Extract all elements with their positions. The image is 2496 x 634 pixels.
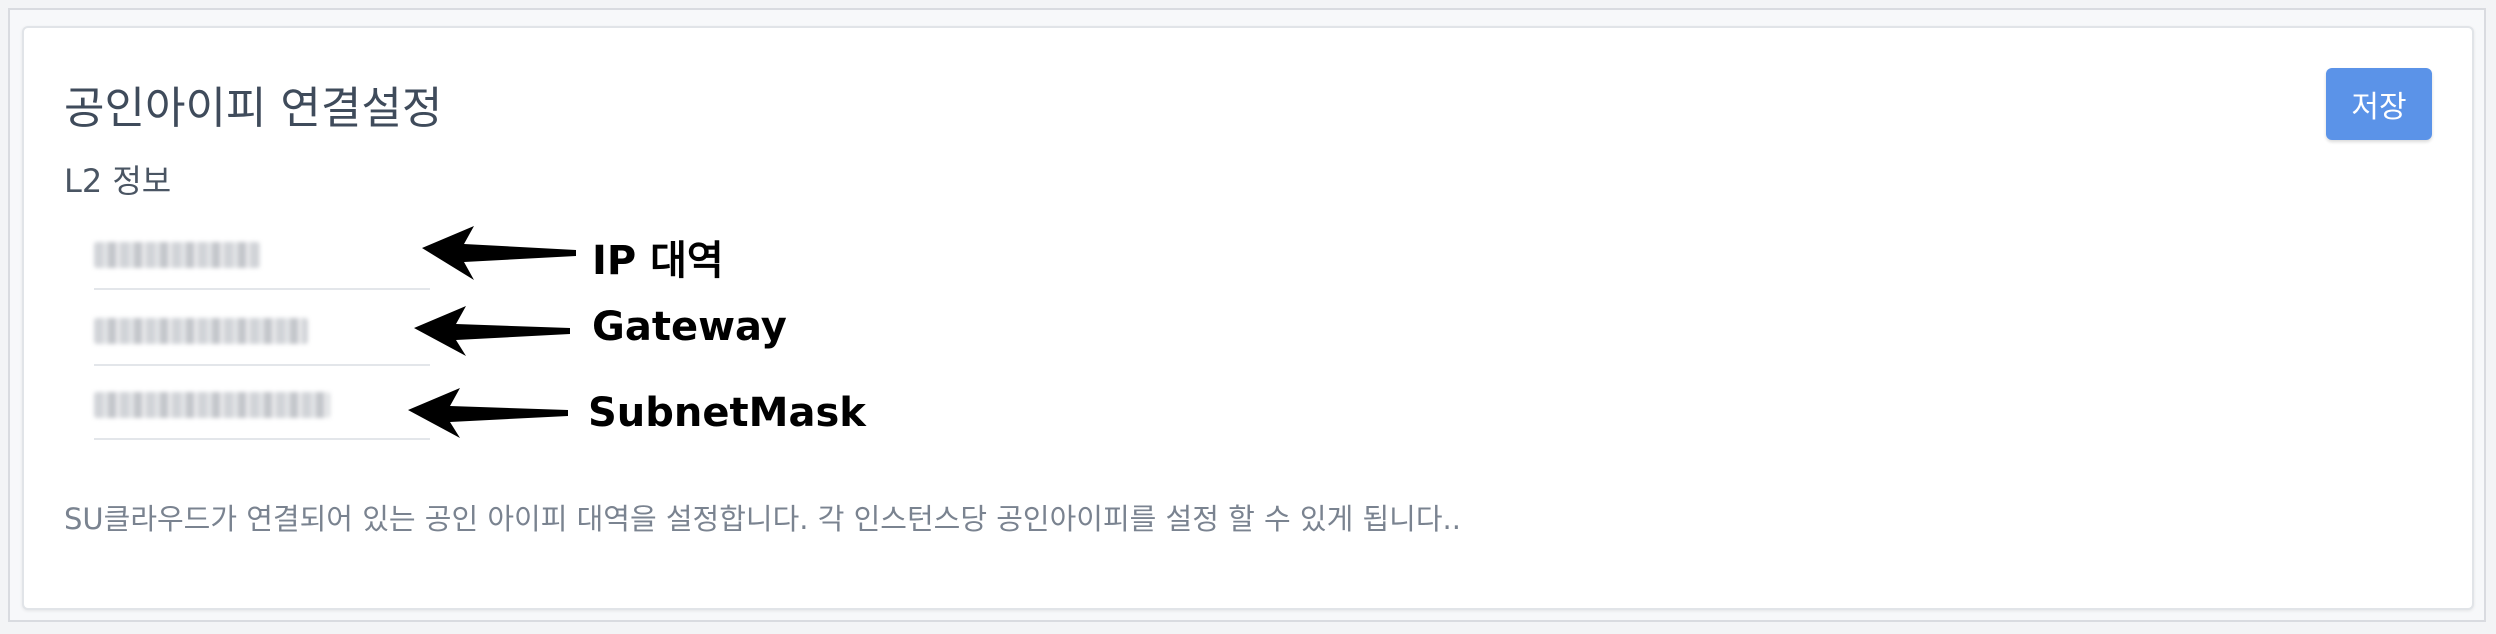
description-text: SU클라우드가 연결되어 있는 공인 아이피 대역을 설정합니다. 각 인스턴스… xyxy=(64,502,1461,536)
page-title: 공인아이피 연결설정 xyxy=(64,83,443,134)
gateway-annotation: Gateway xyxy=(592,304,787,350)
save-button[interactable]: 저장 xyxy=(2326,68,2432,140)
subnet-mask-field[interactable] xyxy=(94,378,430,440)
redacted-value xyxy=(94,318,308,344)
subnet-mask-annotation: SubnetMask xyxy=(588,390,866,436)
ip-range-annotation: IP 대역 xyxy=(592,238,724,284)
redacted-value xyxy=(94,392,330,418)
gateway-field[interactable] xyxy=(94,304,430,366)
redacted-value xyxy=(94,242,260,268)
ip-range-field[interactable] xyxy=(94,228,430,290)
section-subtitle: L2 정보 xyxy=(64,162,172,200)
